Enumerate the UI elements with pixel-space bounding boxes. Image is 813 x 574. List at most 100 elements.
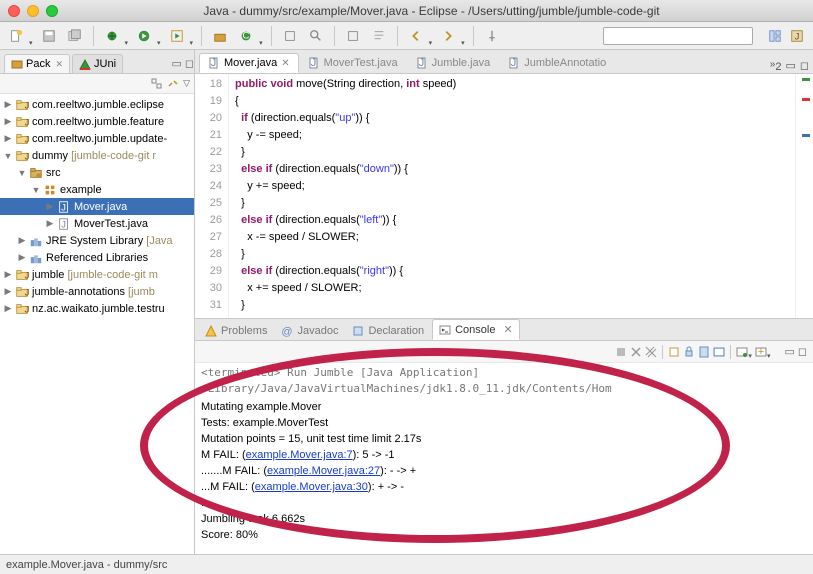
- minimize-editor-icon[interactable]: ▭: [785, 59, 795, 73]
- tree-node[interactable]: ▼example: [0, 181, 194, 198]
- editor-tab[interactable]: JMover.java✕: [199, 53, 299, 73]
- tab-label: Declaration: [368, 325, 424, 337]
- expand-icon[interactable]: ▼: [16, 168, 28, 178]
- code-area[interactable]: public void move(String direction, int s…: [229, 74, 795, 318]
- editor-tab[interactable]: JMoverTest.java: [299, 53, 407, 73]
- svg-text:J: J: [25, 287, 29, 298]
- tab-package-explorer[interactable]: Pack ✕: [4, 54, 70, 73]
- tree-node[interactable]: ▶Jnz.ac.waikato.jumble.testru: [0, 300, 194, 317]
- status-bar: example.Mover.java - dummy/src: [0, 554, 813, 574]
- bottom-tab-problems[interactable]: Problems: [199, 322, 273, 340]
- stacktrace-link[interactable]: example.Mover.java:7: [246, 449, 353, 461]
- expand-icon[interactable]: ▶: [2, 99, 14, 110]
- expand-icon[interactable]: ▼: [2, 151, 14, 161]
- expand-icon[interactable]: ▶: [2, 133, 14, 144]
- search-button[interactable]: [306, 26, 326, 46]
- tree-label: jumble [jumble-code-git m: [30, 269, 158, 281]
- save-all-button[interactable]: [65, 26, 85, 46]
- stacktrace-link[interactable]: example.Mover.java:30: [255, 481, 368, 493]
- run-button[interactable]: [134, 26, 154, 46]
- tree-node[interactable]: ▶Jcom.reeltwo.jumble.update-: [0, 130, 194, 147]
- view-menu-icon[interactable]: ▽: [183, 78, 190, 89]
- pin-console-icon[interactable]: [698, 346, 710, 358]
- open-type-button[interactable]: [280, 26, 300, 46]
- display-selected-console-icon[interactable]: [713, 346, 725, 358]
- tab-label: JumbleAnnotatio: [524, 57, 606, 69]
- remove-all-icon[interactable]: [645, 346, 657, 358]
- editor-tab[interactable]: JJumble.java: [407, 53, 500, 73]
- expand-icon[interactable]: ▶: [44, 201, 56, 212]
- open-console-icon[interactable]: [736, 346, 748, 358]
- open-perspective-button[interactable]: [765, 26, 785, 46]
- console-output[interactable]: <terminated> Run Jumble [Java Applicatio…: [195, 363, 813, 554]
- run-last-button[interactable]: [167, 26, 187, 46]
- new-class-button[interactable]: C: [236, 26, 256, 46]
- nav-forward-button[interactable]: [438, 26, 458, 46]
- close-icon[interactable]: ✕: [281, 58, 289, 69]
- expand-icon[interactable]: ▶: [2, 303, 14, 314]
- tree-node[interactable]: ▶Jjumble-annotations [jumb: [0, 283, 194, 300]
- tree-node[interactable]: ▶Jcom.reeltwo.jumble.eclipse: [0, 96, 194, 113]
- more-tabs-button[interactable]: »2: [770, 59, 782, 73]
- status-text: example.Mover.java - dummy/src: [6, 559, 167, 571]
- maximize-view-icon[interactable]: ◻: [185, 57, 194, 70]
- editor-tab[interactable]: JJumbleAnnotatio: [499, 53, 615, 73]
- clear-console-icon[interactable]: [668, 346, 680, 358]
- toggle-block-button[interactable]: [343, 26, 363, 46]
- quick-access-input[interactable]: [603, 27, 753, 45]
- tree-node[interactable]: ▶Referenced Libraries: [0, 249, 194, 266]
- remove-launch-icon[interactable]: [630, 346, 642, 358]
- expand-icon[interactable]: ▶: [2, 286, 14, 297]
- pin-editor-button[interactable]: [482, 26, 502, 46]
- bottom-tab-javadoc[interactable]: @Javadoc: [275, 322, 344, 340]
- titlebar: Java - dummy/src/example/Mover.java - Ec…: [0, 0, 813, 22]
- expand-icon[interactable]: ▶: [16, 235, 28, 246]
- tree-node[interactable]: ▼Jdummy [jumble-code-git r: [0, 147, 194, 164]
- maximize-view-icon[interactable]: ◻: [798, 345, 807, 358]
- tree-node[interactable]: ▶JMoverTest.java: [0, 215, 194, 232]
- lib-icon: [28, 234, 44, 248]
- expand-icon[interactable]: ▶: [2, 116, 14, 127]
- package-explorer-tree[interactable]: ▶Jcom.reeltwo.jumble.eclipse▶Jcom.reeltw…: [0, 94, 194, 554]
- stacktrace-link[interactable]: example.Mover.java:27: [267, 465, 380, 477]
- zoom-window-button[interactable]: [46, 5, 58, 17]
- tree-label: Mover.java: [72, 201, 127, 213]
- tree-node[interactable]: ▶Jcom.reeltwo.jumble.feature: [0, 113, 194, 130]
- tree-node[interactable]: ▶Jjumble [jumble-code-git m: [0, 266, 194, 283]
- svg-text:J: J: [795, 31, 800, 42]
- minimize-window-button[interactable]: [27, 5, 39, 17]
- svg-text:J: J: [418, 57, 424, 69]
- collapse-all-icon[interactable]: [151, 78, 163, 90]
- console-line: ..: [201, 495, 807, 511]
- debug-button[interactable]: [102, 26, 122, 46]
- new-package-button[interactable]: [210, 26, 230, 46]
- bottom-tab-declaration[interactable]: Declaration: [346, 322, 430, 340]
- toggle-mark-button[interactable]: [369, 26, 389, 46]
- expand-icon[interactable]: ▶: [16, 252, 28, 263]
- expand-icon[interactable]: ▼: [30, 185, 42, 195]
- scroll-lock-icon[interactable]: [683, 346, 695, 358]
- minimize-view-icon[interactable]: ▭: [171, 57, 181, 70]
- close-window-button[interactable]: [8, 5, 20, 17]
- new-console-icon[interactable]: +: [755, 346, 767, 358]
- save-button[interactable]: [39, 26, 59, 46]
- overview-ruler[interactable]: [795, 74, 813, 318]
- maximize-editor-icon[interactable]: ◻: [800, 59, 809, 73]
- minimize-view-icon[interactable]: ▭: [784, 345, 794, 358]
- close-icon[interactable]: ✕: [503, 323, 512, 336]
- nav-back-button[interactable]: [406, 26, 426, 46]
- tree-node[interactable]: ▼src: [0, 164, 194, 181]
- tab-junit[interactable]: JUni: [72, 54, 123, 73]
- tree-node[interactable]: ▶JMover.java: [0, 198, 194, 215]
- new-button[interactable]: [6, 26, 26, 46]
- editor-body[interactable]: 1819202122232425262728293031 public void…: [195, 74, 813, 318]
- expand-icon[interactable]: ▶: [44, 218, 56, 229]
- close-icon[interactable]: ✕: [55, 59, 63, 70]
- expand-icon[interactable]: ▶: [2, 269, 14, 280]
- bottom-panel: Problems@JavadocDeclarationConsole✕ ▾ +▾…: [195, 318, 813, 554]
- java-perspective-button[interactable]: J: [787, 26, 807, 46]
- terminate-icon[interactable]: [615, 346, 627, 358]
- bottom-tab-console[interactable]: Console✕: [432, 319, 520, 340]
- link-editor-icon[interactable]: [167, 78, 179, 90]
- tree-node[interactable]: ▶JRE System Library [Java: [0, 232, 194, 249]
